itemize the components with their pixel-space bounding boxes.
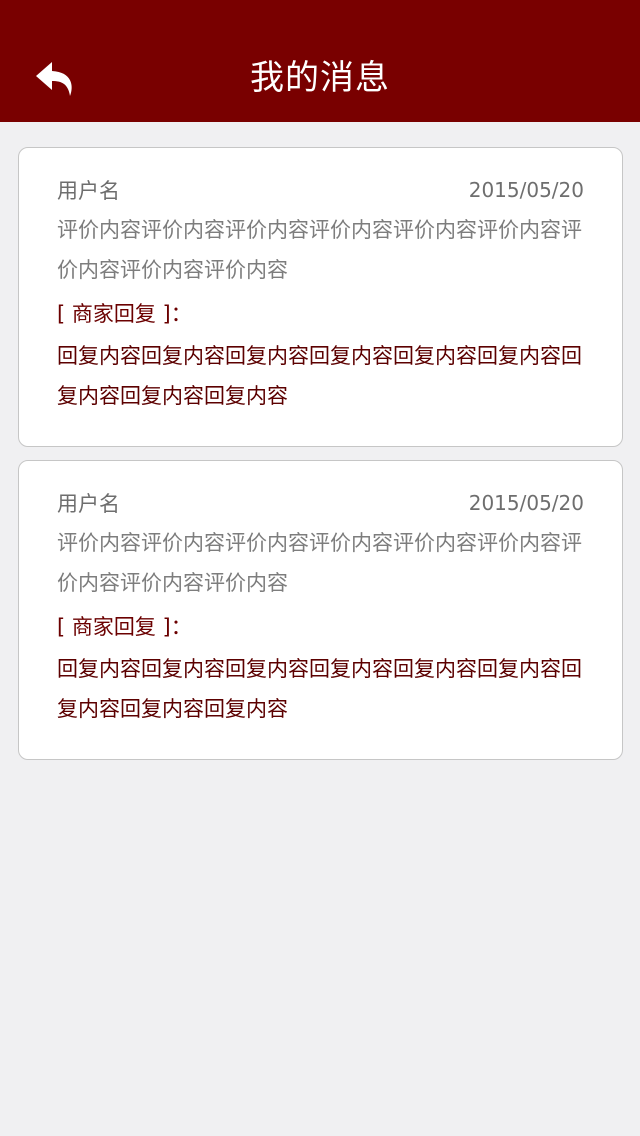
merchant-reply-text: 回复内容回复内容回复内容回复内容回复内容回复内容回复内容回复内容回复内容 — [57, 657, 582, 721]
message-card[interactable]: 用户名 2015/05/20 评价内容评价内容评价内容评价内容评价内容评价内容评… — [18, 147, 623, 447]
merchant-reply-label: [ 商家回复 ]： — [57, 615, 192, 639]
message-content: 用户名 2015/05/20 评价内容评价内容评价内容评价内容评价内容评价内容评… — [57, 174, 584, 416]
review-text: 评价内容评价内容评价内容评价内容评价内容评价内容评价内容评价内容评价内容 — [57, 218, 582, 282]
message-date: 2015/05/20 — [468, 178, 584, 202]
message-card[interactable]: 用户名 2015/05/20 评价内容评价内容评价内容评价内容评价内容评价内容评… — [18, 460, 623, 760]
header-bar: 我的消息 — [0, 0, 640, 122]
message-content: 用户名 2015/05/20 评价内容评价内容评价内容评价内容评价内容评价内容评… — [57, 487, 584, 729]
message-date: 2015/05/20 — [468, 491, 584, 515]
merchant-reply-text: 回复内容回复内容回复内容回复内容回复内容回复内容回复内容回复内容回复内容 — [57, 344, 582, 408]
message-header: 用户名 2015/05/20 — [57, 174, 584, 206]
message-list: 用户名 2015/05/20 评价内容评价内容评价内容评价内容评价内容评价内容评… — [18, 147, 623, 773]
username: 用户名 — [57, 492, 120, 516]
review-text: 评价内容评价内容评价内容评价内容评价内容评价内容评价内容评价内容评价内容 — [57, 531, 582, 595]
page-title: 我的消息 — [250, 58, 390, 98]
message-header: 用户名 2015/05/20 — [57, 487, 584, 519]
merchant-reply-label: [ 商家回复 ]： — [57, 302, 192, 326]
username: 用户名 — [57, 179, 120, 203]
